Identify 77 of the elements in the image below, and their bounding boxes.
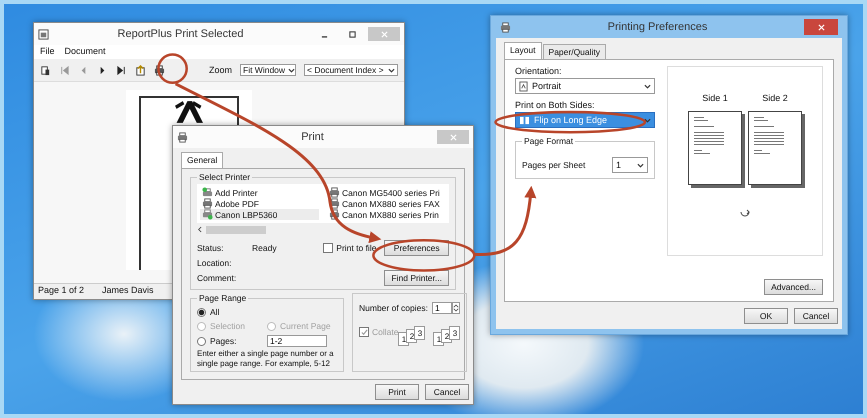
radio-circle[interactable] [197,308,206,316]
curved-arrow [474,186,536,256]
dialog-button[interactable]: Cancel [425,384,469,400]
radio-option[interactable]: All [197,307,267,317]
window-title: ReportPlus Print Selected [116,28,244,40]
advanced-button[interactable]: Advanced... [764,279,823,295]
field-label: Location: [197,258,232,268]
field-label: Print on Both Sides: [515,100,596,110]
radio-option[interactable]: Pages: [197,336,267,346]
tab[interactable]: Layout [504,42,542,59]
field-label: Status: [197,243,224,253]
portrait-page-icon [519,80,528,92]
status-text: James Davis [102,285,154,297]
side-label: Side 1 [702,93,728,103]
field-label: Number of copies: [359,303,428,313]
pages-field[interactable]: 1-2 [267,335,327,347]
group-label: Select Printer [198,172,252,182]
printer-item[interactable]: Add Printer [200,187,319,198]
status-value: Ready [252,243,278,253]
printer-item[interactable]: Adobe PDF [200,198,319,209]
orientation-dropdown[interactable]: Portrait [515,78,655,94]
zoom-dropdown[interactable]: Fit Window [240,64,296,76]
close-icon [380,30,388,38]
dialog-button[interactable]: Cancel [794,308,838,324]
radio-circle[interactable] [197,336,206,346]
printer-item[interactable]: Canon MX880 series FAX [327,198,446,209]
print-icon[interactable] [154,64,165,76]
menu-item[interactable]: File [40,46,55,58]
duplex-icon [519,116,530,124]
printer-icon [329,198,340,209]
document-index-dropdown[interactable]: < Document Index > [304,64,398,76]
pages-per-sheet-dropdown[interactable]: 1 [612,157,648,173]
tab[interactable]: General [181,152,224,168]
print-to-file-checkbox[interactable]: Print to file [323,243,376,253]
logo-drawing [175,101,203,123]
field-label: Orientation: [515,66,563,76]
close-icon [450,134,456,140]
window-title: Print [300,131,325,143]
printer-icon [202,198,213,209]
side-label: Side 2 [762,93,788,103]
zoom-label: Zoom [208,65,232,75]
window-title: Printing Preferences [606,21,708,33]
default-printer-icon [202,209,213,220]
dialog-button[interactable]: Print [375,384,419,400]
collate-pages-drawing: 1 2 3 [433,326,460,346]
printer-icon [329,209,340,220]
status-text: Page 1 of 2 [38,285,84,297]
printer-icon [500,22,511,32]
close-icon [818,24,824,30]
app-icon [38,28,49,40]
highlight-circle [157,53,188,84]
checkmark-icon [360,328,368,336]
page-setup-icon[interactable] [40,64,51,76]
collate-pages-drawing: 1 2 3 [398,326,426,346]
last-page-icon[interactable] [116,64,127,76]
hint-text: Enter either a single page number or a single page range. For example, 5-12 [197,349,335,368]
close-button[interactable] [804,19,838,35]
printer-item[interactable]: Canon MG5400 series Pri [327,187,446,198]
find-printer-button[interactable]: Find Printer... [384,270,449,286]
scroll-left-icon[interactable] [197,226,202,233]
printer-item[interactable]: Canon MX880 series Prin [327,209,446,220]
export-icon[interactable] [135,64,146,76]
dialog-button[interactable]: OK [744,308,788,324]
printer-icon [329,187,340,198]
copies-field[interactable]: 1 [432,302,452,314]
field-label: Pages per Sheet [522,160,586,170]
printer-item[interactable]: Canon LBP5360 [200,209,319,220]
group-label: Page Range [198,293,248,303]
maximize-icon [348,30,356,38]
flip-icon [739,209,751,219]
printer-icon [177,132,188,142]
add-printer-icon [202,187,213,198]
field-label: Comment: [197,273,238,283]
group-label: Page Format [523,136,574,146]
menu-item[interactable]: Document [64,46,106,58]
first-page-icon[interactable] [59,64,70,76]
tab[interactable]: Paper/Quality [542,44,606,59]
